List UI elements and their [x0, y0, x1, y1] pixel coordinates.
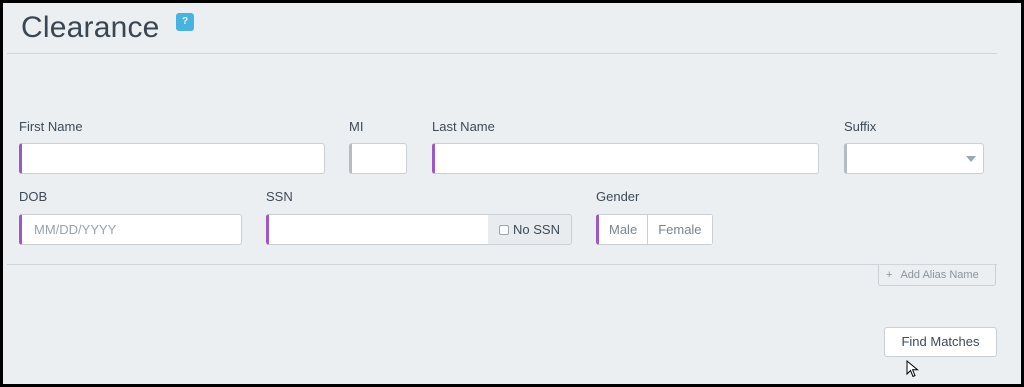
no-ssn-toggle[interactable]: No SSN: [488, 214, 572, 245]
add-alias-button[interactable]: + Add Alias Name: [878, 265, 996, 286]
dob-label: DOB: [19, 189, 48, 204]
section-divider: [7, 264, 997, 265]
gender-toggle-group: Male Female: [596, 214, 713, 245]
gender-male-button[interactable]: Male: [599, 215, 648, 244]
ssn-label: SSN: [266, 189, 293, 204]
help-icon[interactable]: ?: [176, 13, 194, 31]
no-ssn-label: No SSN: [513, 222, 560, 237]
suffix-label: Suffix: [844, 119, 877, 134]
mi-input[interactable]: [349, 143, 407, 174]
last-name-label: Last Name: [432, 119, 495, 134]
dob-input[interactable]: MM/DD/YYYY: [19, 214, 242, 245]
first-name-label: First Name: [19, 119, 83, 134]
page-title: Clearance: [21, 11, 160, 44]
header-divider: [7, 53, 997, 54]
mi-label: MI: [349, 119, 364, 134]
gender-label: Gender: [596, 189, 640, 204]
chevron-down-icon: [966, 156, 976, 162]
first-name-input[interactable]: [19, 143, 325, 174]
add-alias-label: Add Alias Name: [900, 269, 979, 281]
suffix-select[interactable]: [844, 143, 984, 174]
plus-icon: +: [886, 269, 893, 281]
find-matches-button[interactable]: Find Matches: [884, 327, 997, 357]
ssn-input[interactable]: [266, 214, 489, 245]
gender-female-button[interactable]: Female: [647, 215, 712, 244]
last-name-input[interactable]: [432, 143, 819, 174]
no-ssn-checkbox[interactable]: [499, 225, 509, 235]
mouse-cursor-icon: [906, 360, 919, 378]
clearance-panel: [0, 0, 1024, 387]
